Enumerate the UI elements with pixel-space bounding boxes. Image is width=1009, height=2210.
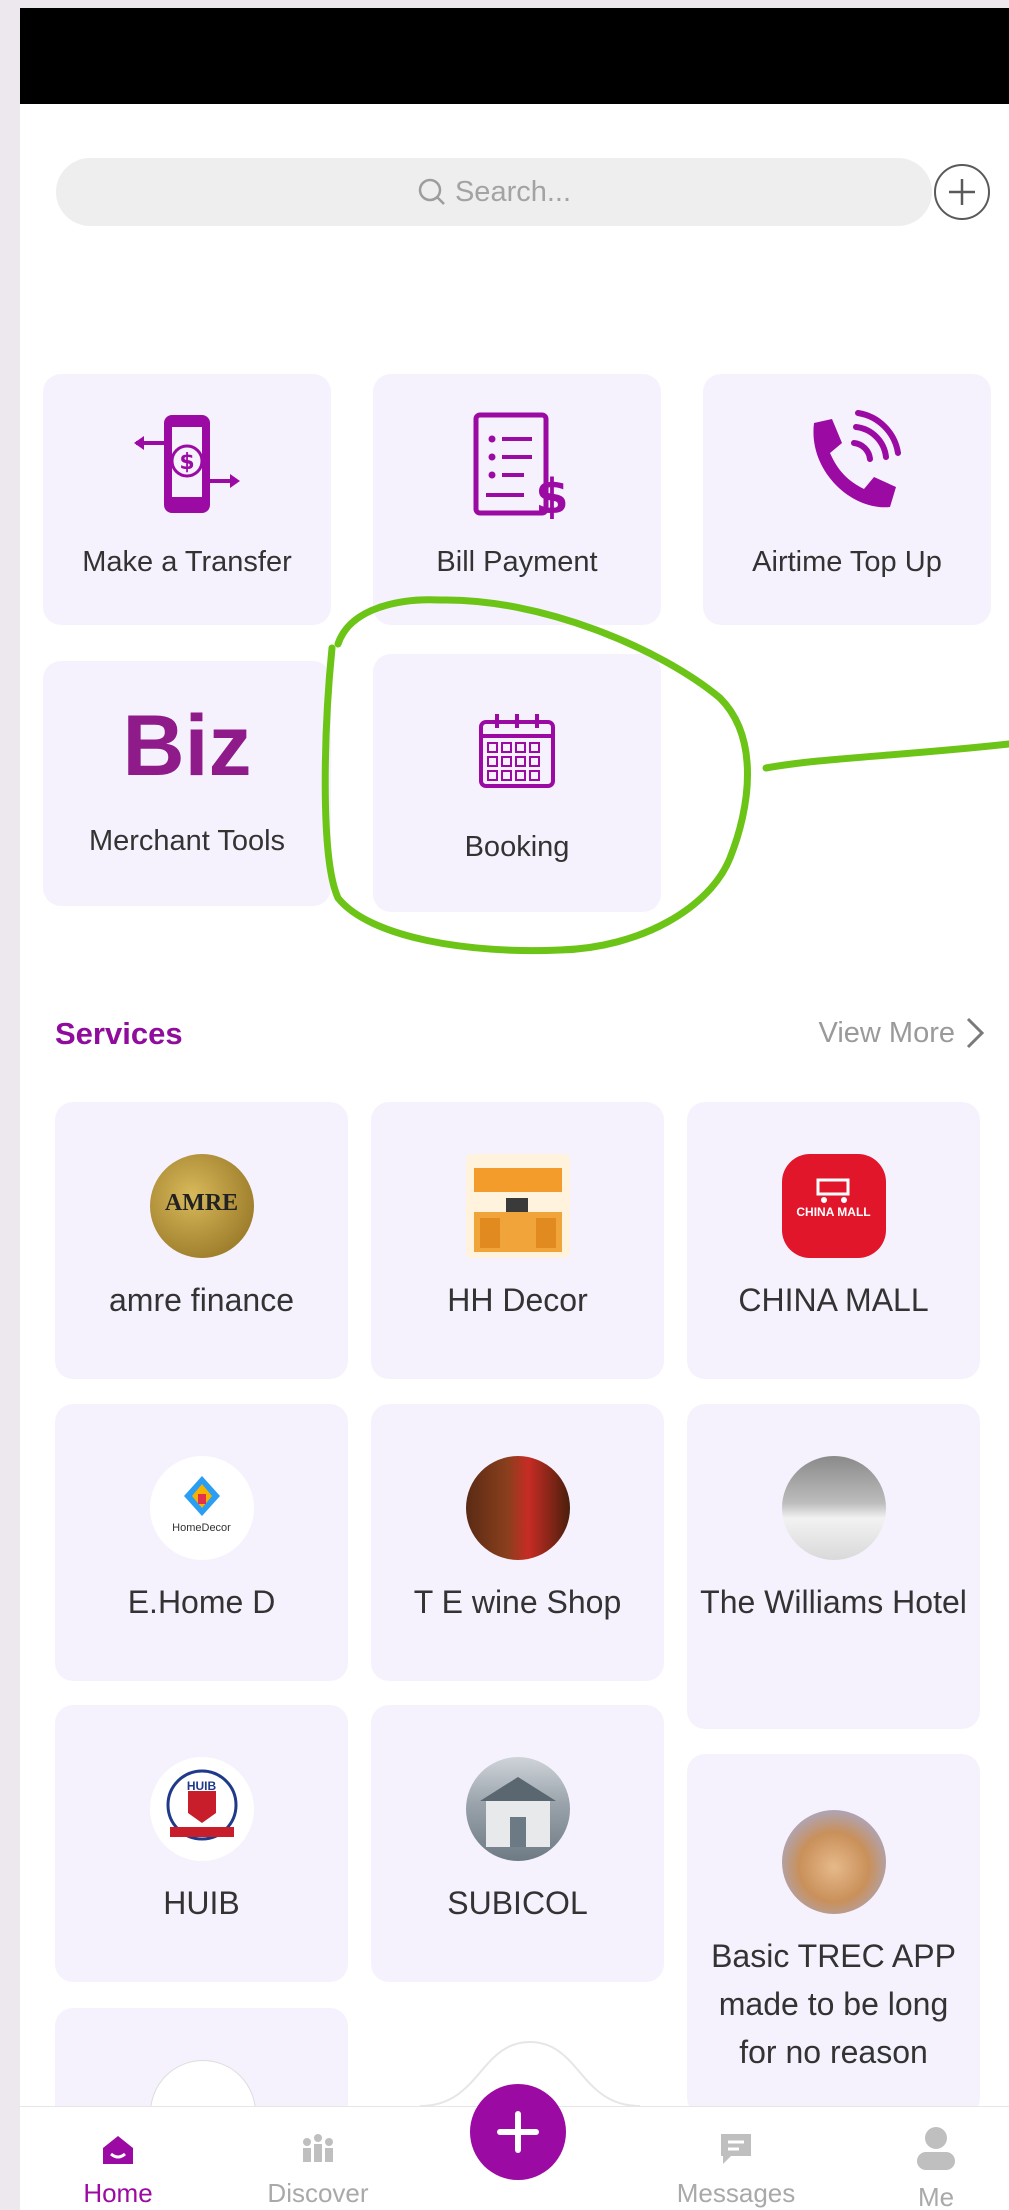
- nav-home[interactable]: Home: [38, 2106, 198, 2210]
- phone-call-icon: [813, 410, 901, 508]
- huib-logo: HUIB: [149, 1757, 254, 1861]
- home-decor-logo-icon: [183, 1476, 220, 1516]
- home-icon: [103, 2136, 133, 2164]
- nav-me-label: Me: [917, 2182, 955, 2210]
- profile-icon: [917, 2127, 955, 2170]
- nav-me[interactable]: Me: [856, 2106, 1009, 2210]
- biz-logo: Biz: [122, 698, 252, 794]
- service-card-williams-hotel[interactable]: The Williams Hotel: [687, 1404, 980, 1729]
- search-placeholder: Search...: [454, 175, 572, 208]
- service-name: The Williams Hotel: [700, 1584, 967, 1620]
- merchant-tools-tile[interactable]: Biz Merchant Tools: [43, 661, 331, 906]
- nav-home-label: Home: [83, 2178, 153, 2208]
- nav-messages[interactable]: Messages: [656, 2106, 816, 2210]
- service-card-basic-trec[interactable]: Basic TREC APP made to be long for no re…: [687, 1754, 980, 2116]
- hotel-image: [781, 1456, 886, 1560]
- service-name: Basic TREC APP made to be long for no re…: [711, 1938, 956, 2070]
- svg-text:$: $: [535, 469, 568, 519]
- subicol-image: [465, 1757, 570, 1861]
- plus-icon: [497, 2111, 539, 2153]
- service-card-china-mall[interactable]: CHINA MALL CHINA MALL: [687, 1102, 980, 1379]
- search-icon: [418, 178, 445, 205]
- view-more-label: View More: [818, 1016, 955, 1049]
- service-name: HUIB: [163, 1885, 240, 1921]
- add-fab-button[interactable]: [470, 2084, 566, 2180]
- china-mall-logo: CHINA MALL: [781, 1154, 886, 1258]
- bill-payment-tile[interactable]: $ Bill Payment: [373, 374, 661, 625]
- hh-decor-logo: [465, 1154, 570, 1258]
- dog-image: [781, 1810, 886, 1914]
- status-bar: [20, 8, 1009, 104]
- ehome-logo: HomeDecor: [149, 1456, 254, 1560]
- airtime-topup-label: Airtime Top Up: [752, 546, 942, 578]
- merchant-tools-label: Merchant Tools: [88, 825, 286, 857]
- huib-logo-text: HUIB: [186, 1779, 217, 1793]
- service-name: CHINA MALL: [738, 1282, 929, 1318]
- calendar-icon: [479, 714, 555, 788]
- building-image: [479, 1777, 556, 1847]
- services-title: Services: [55, 1016, 183, 1051]
- service-name: T E wine Shop: [413, 1584, 622, 1620]
- huib-crest-icon: [166, 1769, 237, 1841]
- search-bar[interactable]: Search...: [56, 158, 932, 226]
- phone-transfer-icon: $: [134, 415, 240, 513]
- ehome-logo-text: HomeDecor: [172, 1522, 231, 1534]
- service-name: amre finance: [109, 1282, 294, 1318]
- make-transfer-tile[interactable]: $ Make a Transfer: [43, 374, 331, 625]
- wine-shop-image: [465, 1456, 570, 1560]
- bill-payment-label: Bill Payment: [436, 546, 598, 578]
- messages-icon: [721, 2134, 751, 2164]
- nav-discover[interactable]: Discover: [238, 2106, 398, 2210]
- chevron-right-icon: [966, 1017, 985, 1049]
- service-name: SUBICOL: [447, 1885, 588, 1921]
- service-card-hh-decor[interactable]: HH Decor: [371, 1102, 664, 1379]
- service-card-ehome[interactable]: HomeDecor E.Home D: [55, 1404, 348, 1681]
- service-card-huib[interactable]: HUIB HUIB: [55, 1705, 348, 1982]
- amre-logo-text: AMRE: [164, 1190, 239, 1216]
- add-circle-button[interactable]: [934, 164, 990, 220]
- service-card-wine-shop[interactable]: T E wine Shop: [371, 1404, 664, 1681]
- bill-icon: $: [473, 412, 569, 519]
- service-card-amre[interactable]: AMRE amre finance: [55, 1102, 348, 1379]
- app-screen: Search... $ Make a Transfer $ Bill Payme…: [20, 8, 1009, 2210]
- booking-tile[interactable]: Booking: [373, 654, 661, 912]
- nav-discover-label: Discover: [267, 2178, 369, 2208]
- service-card-subicol[interactable]: SUBICOL: [371, 1705, 664, 1982]
- airtime-topup-tile[interactable]: Airtime Top Up: [703, 374, 991, 625]
- plus-icon: [949, 179, 975, 205]
- nav-messages-label: Messages: [676, 2178, 796, 2208]
- china-mall-logo-text: CHINA MALL: [796, 1205, 871, 1219]
- discover-icon: [303, 2134, 333, 2162]
- amre-logo: AMRE: [149, 1154, 254, 1258]
- service-name: E.Home D: [127, 1584, 276, 1620]
- svg-text:$: $: [179, 450, 194, 475]
- view-more-link[interactable]: View More: [819, 1016, 985, 1050]
- kitchen-image: [465, 1154, 570, 1258]
- make-transfer-label: Make a Transfer: [82, 546, 292, 578]
- service-name: HH Decor: [447, 1282, 588, 1318]
- booking-label: Booking: [464, 831, 570, 863]
